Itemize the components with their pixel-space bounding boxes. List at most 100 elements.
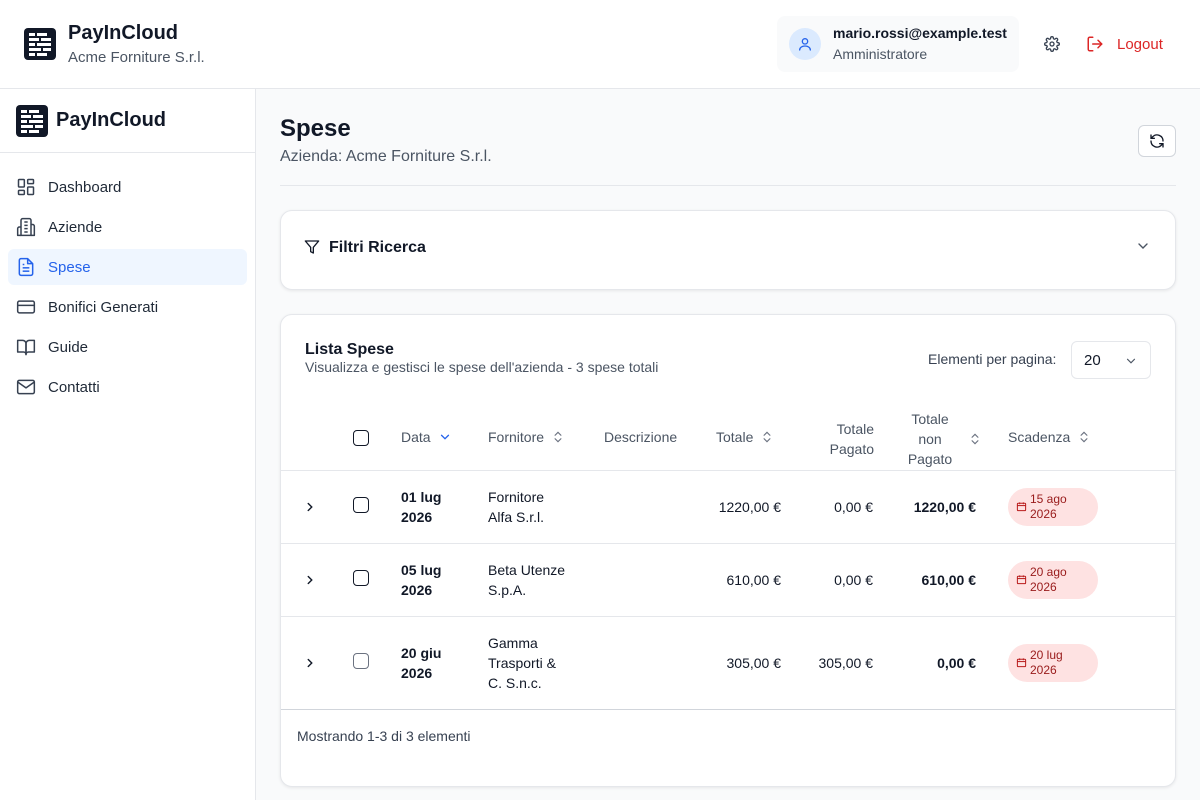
date-line: 05 lug (401, 562, 442, 578)
chevron-down-icon[interactable] (1135, 238, 1151, 254)
due-date-badge: 20 lug 2026 (1008, 644, 1098, 682)
row-supplier: Beta Utenze S.p.A. (488, 560, 565, 600)
column-totale-non-pagato[interactable]: Totale non Pagato (899, 409, 982, 469)
row-date: 20 giu 2026 (401, 643, 441, 683)
supplier-line: Gamma (488, 635, 538, 651)
company-name: Acme Forniture S.r.l. (68, 49, 205, 66)
book-icon (16, 339, 36, 356)
due-date-line: 2026 (1030, 663, 1057, 677)
sidebar-nav: Dashboard Aziende Spese Bonifici Generat… (8, 169, 247, 409)
row-checkbox[interactable] (353, 497, 369, 513)
per-page-select[interactable]: 20 (1071, 341, 1151, 379)
sidebar-item-label: Bonifici Generati (48, 298, 159, 316)
row-checkbox[interactable] (353, 570, 369, 586)
column-label: non (918, 431, 942, 447)
row-total: 305,00 € (726, 655, 782, 671)
filters-title: Filtri Ricerca (329, 239, 426, 256)
column-label: Totale (911, 411, 949, 427)
logout-button[interactable]: Logout (1086, 32, 1163, 56)
sidebar-item-label: Guide (48, 338, 89, 356)
sidebar-item-label: Spese (48, 258, 91, 276)
avatar (789, 28, 821, 60)
table-row[interactable]: 20 giu 2026 Gamma Trasporti & C. S.n.c. … (281, 617, 1175, 710)
sidebar-item-guide[interactable]: Guide (8, 329, 247, 365)
row-total: 610,00 € (726, 572, 782, 588)
row-paid: 0,00 € (834, 572, 873, 588)
sidebar-item-bonifici[interactable]: Bonifici Generati (8, 289, 247, 325)
pagination-summary: Mostrando 1-3 di 3 elementi (297, 728, 471, 744)
app-logo-icon (24, 28, 56, 60)
due-date-badge: 20 ago 2026 (1008, 561, 1098, 599)
filter-icon (304, 240, 320, 254)
sidebar-brand: PayInCloud (0, 89, 255, 153)
user-role: Amministratore (833, 46, 928, 62)
per-page-label: Elementi per pagina: (928, 351, 1057, 367)
refresh-button[interactable] (1138, 125, 1176, 157)
supplier-line: Fornitore (488, 489, 545, 505)
sidebar-item-label: Contatti (48, 378, 100, 396)
document-icon (18, 257, 34, 277)
row-paid: 305,00 € (818, 655, 874, 671)
sort-icon (1080, 431, 1088, 443)
chevron-right-icon[interactable] (303, 573, 317, 587)
settings-button[interactable] (1040, 32, 1064, 56)
sort-icon (554, 431, 562, 443)
card-icon (16, 300, 36, 314)
user-info[interactable]: mario.rossi@example.test Amministratore (777, 16, 1019, 72)
user-email: mario.rossi@example.test (833, 25, 1007, 41)
logout-icon (1087, 36, 1103, 52)
column-fornitore[interactable]: Fornitore (488, 429, 565, 445)
row-date: 01 lug 2026 (401, 487, 441, 527)
due-date-line: 15 ago (1030, 492, 1067, 506)
column-label: Totale (716, 429, 754, 445)
table-row[interactable]: 01 lug 2026 Fornitore Alfa S.r.l. 1220,0… (281, 471, 1175, 544)
gear-icon (1044, 36, 1060, 52)
chevron-right-icon[interactable] (303, 500, 317, 514)
page-title: Spese (280, 115, 351, 142)
supplier-line: S.p.A. (488, 582, 527, 598)
column-scadenza[interactable]: Scadenza (1008, 429, 1091, 445)
supplier-line: Beta Utenze (488, 562, 566, 578)
mail-icon (16, 379, 36, 395)
due-date-badge: 15 ago 2026 (1008, 488, 1098, 526)
list-subtitle: Visualizza e gestisci le spese dell'azie… (305, 359, 659, 375)
due-date-line: 20 ago (1030, 565, 1067, 579)
date-line: 01 lug (401, 489, 442, 505)
divider (280, 185, 1176, 186)
column-totale[interactable]: Totale (716, 429, 774, 445)
select-all-checkbox[interactable] (353, 430, 369, 446)
column-descrizione: Descrizione (604, 429, 677, 445)
app-name: PayInCloud (68, 22, 179, 44)
row-checkbox[interactable] (353, 653, 369, 669)
supplier-line: C. S.n.c. (488, 675, 542, 691)
column-label: Totale (836, 421, 874, 437)
sidebar-item-spese[interactable]: Spese (8, 249, 247, 285)
column-label: Data (401, 429, 431, 445)
filters-panel[interactable]: Filtri Ricerca (280, 210, 1176, 290)
calendar-icon (1016, 658, 1027, 668)
dashboard-icon (17, 178, 35, 196)
supplier-line: Trasporti & (488, 655, 556, 671)
column-label: Pagato (907, 451, 953, 467)
due-date-line: 2026 (1030, 507, 1057, 521)
row-supplier: Gamma Trasporti & C. S.n.c. (488, 633, 556, 693)
sort-icon (971, 433, 979, 445)
date-line: 20 giu (401, 645, 442, 661)
sidebar-item-aziende[interactable]: Aziende (8, 209, 247, 245)
row-paid: 0,00 € (834, 499, 873, 515)
app-logo-icon (16, 105, 48, 137)
date-line: 2026 (401, 582, 433, 598)
sidebar-item-label: Dashboard (48, 178, 122, 196)
sidebar-item-dashboard[interactable]: Dashboard (8, 169, 247, 205)
chevron-right-icon[interactable] (303, 656, 317, 670)
row-total: 1220,00 € (718, 499, 781, 515)
calendar-icon (1016, 575, 1027, 585)
column-data[interactable]: Data (401, 429, 452, 445)
column-label: Scadenza (1008, 429, 1071, 445)
sidebar-item-contatti[interactable]: Contatti (8, 369, 247, 405)
top-header: PayInCloud Acme Forniture S.r.l. mario.r… (0, 0, 1200, 89)
row-unpaid: 610,00 € (921, 572, 977, 588)
list-title: Lista Spese (305, 341, 394, 358)
expenses-list: Lista Spese Visualizza e gestisci le spe… (280, 314, 1176, 787)
table-row[interactable]: 05 lug 2026 Beta Utenze S.p.A. 610,00 € … (281, 544, 1175, 617)
